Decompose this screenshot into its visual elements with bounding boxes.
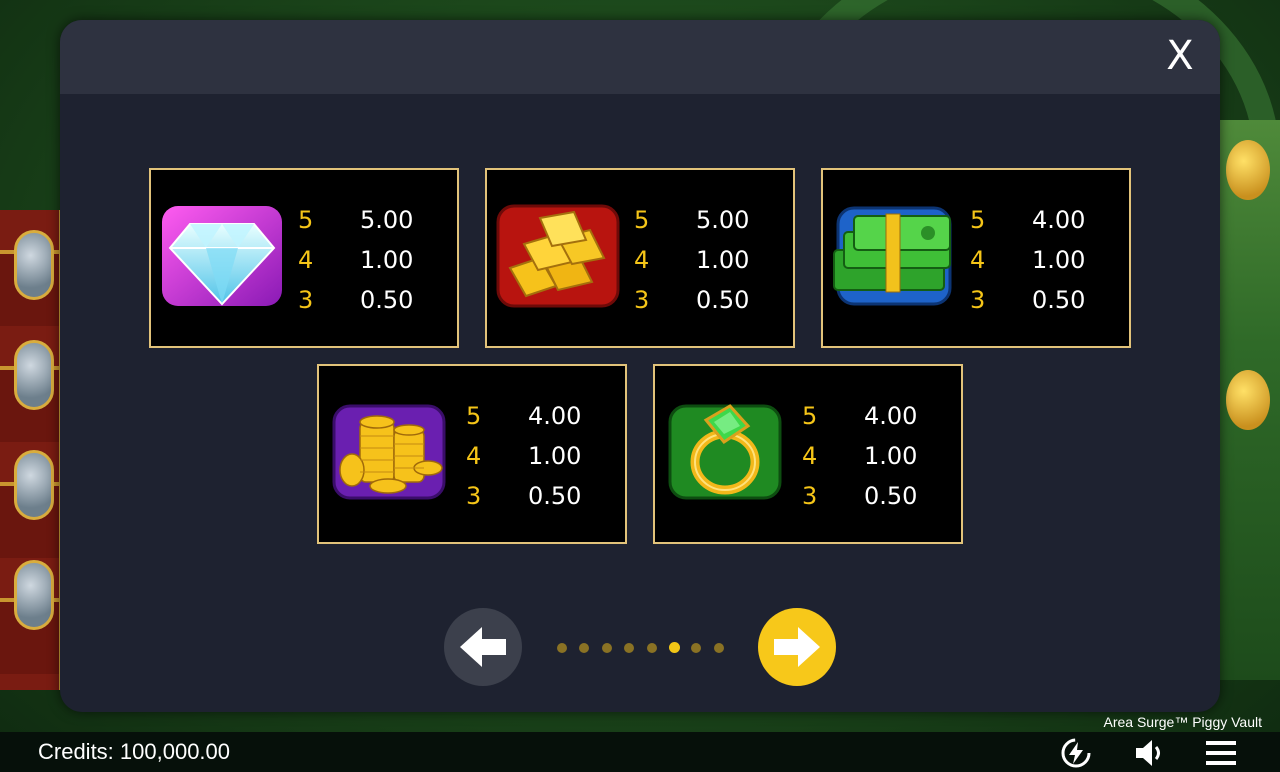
piggy-background <box>1218 120 1280 680</box>
payout-amount: 1.00 <box>360 246 414 274</box>
paytable-card-ring: 5 4.00 4 1.00 3 0.50 <box>653 364 963 544</box>
reel-symbol <box>14 560 54 630</box>
arrow-right-icon <box>774 627 820 667</box>
page-dot[interactable] <box>646 643 657 653</box>
arrow-left-icon <box>460 627 506 667</box>
match-count: 4 <box>298 246 314 274</box>
pay-row: 3 0.50 <box>466 476 606 516</box>
paytable-card-cash: 5 4.00 4 1.00 3 0.50 <box>821 168 1131 348</box>
pay-row: 5 5.00 <box>634 200 774 240</box>
pay-row: 4 1.00 <box>466 436 606 476</box>
gold-coins-icon <box>332 400 446 504</box>
paytable-card-diamond: 5 5.00 4 1.00 3 0.50 <box>149 168 459 348</box>
game-title: Area Surge™ Piggy Vault <box>1103 714 1263 730</box>
match-count: 4 <box>634 246 650 274</box>
payout-amount: 1.00 <box>1032 246 1086 274</box>
pay-row: 3 0.50 <box>802 476 942 516</box>
match-count: 5 <box>466 402 482 430</box>
payout-amount: 0.50 <box>696 286 750 314</box>
credits-display: Credits: 100,000.00 <box>38 739 231 764</box>
next-page-button[interactable] <box>758 608 836 686</box>
menu-icon[interactable] <box>1204 736 1240 770</box>
match-count: 5 <box>634 206 650 234</box>
payout-amount: 0.50 <box>360 286 414 314</box>
pay-row: 5 4.00 <box>802 396 942 436</box>
gold-bars-icon <box>496 204 620 308</box>
payout-amount: 1.00 <box>864 442 918 470</box>
match-count: 3 <box>634 286 650 314</box>
page-dot-active[interactable] <box>669 642 680 653</box>
match-count: 5 <box>970 206 986 234</box>
match-count: 4 <box>970 246 986 274</box>
piggy-icon <box>1226 140 1270 200</box>
pay-row: 5 4.00 <box>970 200 1110 240</box>
modal-header <box>60 20 1220 94</box>
match-count: 4 <box>466 442 482 470</box>
bottom-bar: Credits: 100,000.00 <box>0 732 1280 772</box>
reels-left-background <box>0 210 62 690</box>
close-button[interactable]: X <box>1164 36 1196 76</box>
pay-row: 5 4.00 <box>466 396 606 436</box>
match-count: 5 <box>298 206 314 234</box>
payout-amount: 0.50 <box>864 482 918 510</box>
sound-icon[interactable] <box>1132 736 1168 770</box>
payout-amount: 0.50 <box>528 482 582 510</box>
payout-amount: 5.00 <box>360 206 414 234</box>
match-count: 3 <box>298 286 314 314</box>
payout-amount: 4.00 <box>528 402 582 430</box>
cash-stack-icon <box>832 204 956 308</box>
payout-amount: 4.00 <box>1032 206 1086 234</box>
pay-row: 5 5.00 <box>298 200 438 240</box>
payout-amount: 5.00 <box>696 206 750 234</box>
page-dot[interactable] <box>601 643 612 653</box>
match-count: 5 <box>802 402 818 430</box>
pay-row: 4 1.00 <box>634 240 774 280</box>
piggy-icon <box>1226 370 1270 430</box>
pay-row: 4 1.00 <box>802 436 942 476</box>
reel-symbol <box>14 450 54 520</box>
pay-row: 3 0.50 <box>970 280 1110 320</box>
previous-page-button[interactable] <box>444 608 522 686</box>
pay-row: 4 1.00 <box>298 240 438 280</box>
match-count: 3 <box>970 286 986 314</box>
paytable-card-coins: 5 4.00 4 1.00 3 0.50 <box>317 364 627 544</box>
payout-amount: 1.00 <box>528 442 582 470</box>
pay-row: 4 1.00 <box>970 240 1110 280</box>
match-count: 3 <box>466 482 482 510</box>
payout-amount: 4.00 <box>864 402 918 430</box>
payout-amount: 0.50 <box>1032 286 1086 314</box>
paytable-modal: X 5 5.00 4 1.00 3 0.50 5 5.00 4 1.00 3 0… <box>60 20 1220 712</box>
page-dot[interactable] <box>713 643 724 653</box>
page-dot[interactable] <box>557 643 567 653</box>
pay-row: 3 0.50 <box>298 280 438 320</box>
diamond-gem-icon <box>160 204 284 308</box>
reel-symbol <box>14 340 54 410</box>
paytable-card-gold-bars: 5 5.00 4 1.00 3 0.50 <box>485 168 795 348</box>
match-count: 3 <box>802 482 818 510</box>
turbo-icon[interactable] <box>1058 736 1094 770</box>
reel-symbol <box>14 230 54 300</box>
payout-amount: 1.00 <box>696 246 750 274</box>
emerald-ring-icon <box>668 400 782 504</box>
pay-row: 3 0.50 <box>634 280 774 320</box>
match-count: 4 <box>802 442 818 470</box>
